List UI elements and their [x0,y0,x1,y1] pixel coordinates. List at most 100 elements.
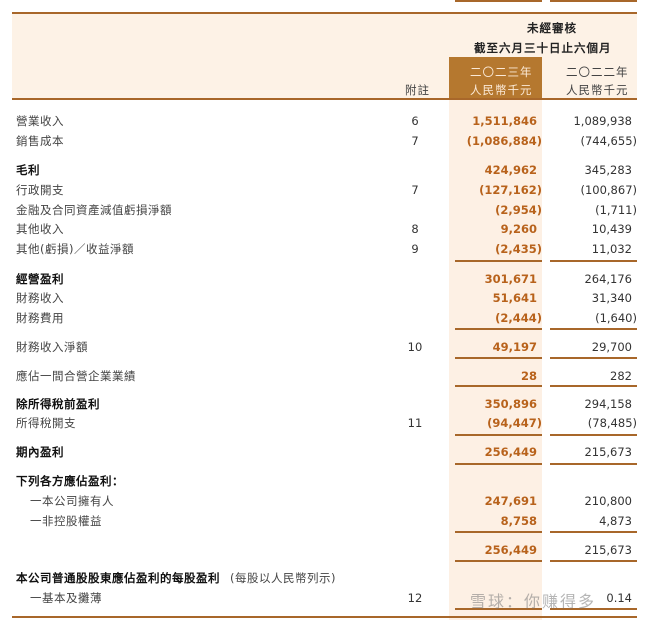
table-row: 銷售成本 7 (1,086,884) (744,655) [0,132,647,150]
row-label: 除所得稅前盈利 [16,397,100,411]
value-2023: 247,691 [484,494,537,508]
table-row: 金融及合同資產減值虧損淨額 (2,954) (1,711) [0,201,647,219]
value-2022: 10,439 [591,222,632,236]
underline-2023 [455,357,542,359]
value-2023: (94,447) [487,416,542,430]
row-label: 下列各方應佔盈利： [16,474,124,488]
income-statement: 未經審核 截至六月三十日止六個月 附註 二〇二三年 人民幣千元 二〇二二年 人民… [0,0,647,622]
value-2022: (1,711) [595,203,637,217]
col-2022-year: 二〇二二年 [566,65,629,79]
value-2022: (100,867) [580,183,637,197]
note-ref: 7 [411,134,419,148]
table-row: 經營盈利 301,671 264,176 [0,270,647,288]
table-row: 營業收入 6 1,511,846 1,089,938 [0,112,647,130]
value-2023: 1,511,846 [472,114,537,128]
underline-2022 [550,463,637,465]
row-label: 行政開支 [16,183,64,197]
row-label: 財務費用 [16,311,64,325]
note-ref: 9 [411,242,419,256]
value-2022: 264,176 [584,272,632,286]
row-label: 本公司普通股股東應佔盈利的每股盈利 [16,571,220,585]
value-2022: 1,089,938 [573,114,632,128]
row-label: 財務收入淨額 [16,340,88,354]
value-2023: 350,896 [484,397,537,411]
value-2022: 282 [610,369,632,383]
row-label: 一基本及攤薄 [30,591,102,605]
value-2022: 31,340 [591,291,632,305]
value-2023: 301,671 [484,272,537,286]
value-2022: 11,032 [591,242,632,256]
row-label: 其他收入 [16,222,64,236]
underline-2023 [455,560,542,562]
underline-2022 [550,357,637,359]
table-row: 毛利 424,962 345,283 [0,161,647,179]
table-row: 下列各方應佔盈利： [0,472,647,490]
value-2023: (2,435) [495,242,542,256]
note-column-header: 附註 [405,83,430,97]
underline-2023 [455,434,542,436]
value-2022: 0.14 [606,591,632,605]
value-2022: (744,655) [580,134,637,148]
underline-2023 [455,531,542,533]
value-2023: 8,758 [500,514,537,528]
value-2022: 215,673 [584,445,632,459]
audit-status: 未經審核 [527,21,577,35]
table-row: 一非控股權益 8,758 4,873 [0,512,647,530]
value-2022: (1,640) [595,311,637,325]
row-label: 經營盈利 [16,272,64,286]
table-row: 所得稅開支 11 (94,447) (78,485) [0,414,647,432]
underline-2023 [455,385,542,387]
row-label: 金融及合同資產減值虧損淨額 [16,203,172,217]
value-2022: 294,158 [584,397,632,411]
table-row: 財務收入淨額 10 49,197 29,700 [0,338,647,356]
row-label: 應佔一間合營企業業績 [16,369,136,383]
table-row: 本公司普通股股東應佔盈利的每股盈利 (每股以人民幣列示) [0,569,647,587]
value-2022: 29,700 [591,340,632,354]
value-2023: 28 [520,369,537,383]
value-2023: 51,641 [492,291,537,305]
value-2023: (2,954) [495,203,542,217]
note-ref: 8 [411,222,419,236]
row-label: 一本公司擁有人 [30,494,114,508]
underline-2023 [455,0,542,2]
value-2022: 215,673 [584,543,632,557]
value-2023: 49,197 [492,340,537,354]
top-rule [12,12,637,14]
underline-2022 [550,531,637,533]
underline-2023 [455,260,542,262]
table-row: 財務收入 51,641 31,340 [0,289,647,307]
note-ref: 7 [411,183,419,197]
table-row: 一本公司擁有人 247,691 210,800 [0,492,647,510]
table-row: 財務費用 (2,444) (1,640) [0,309,647,327]
row-label: 銷售成本 [16,134,64,148]
col-2023-year: 二〇二三年 [470,65,533,79]
underline-2022 [550,385,637,387]
underline-2022 [550,328,637,330]
table-row: 應佔一間合營企業業績 28 282 [0,367,647,385]
value-2023: 256,449 [484,543,537,557]
table-row: 其他(虧損)／收益淨額 9 (2,435) 11,032 [0,240,647,258]
table-row: 行政開支 7 (127,162) (100,867) [0,181,647,199]
note-ref: 11 [407,416,423,430]
underline-2023 [455,463,542,465]
row-label: 一非控股權益 [30,514,102,528]
row-label-suffix: (每股以人民幣列示) [230,571,336,585]
col-2022-unit: 人民幣千元 [566,83,629,97]
note-ref: 6 [411,114,419,128]
watermark: 雪球：你赚得多 [470,592,597,611]
period-label: 截至六月三十日止六個月 [474,41,612,55]
table-row: 除所得稅前盈利 350,896 294,158 [0,395,647,413]
underline-2022 [550,560,637,562]
value-2022: 345,283 [584,163,632,177]
table-row: 256,449 215,673 [0,541,647,559]
row-label: 營業收入 [16,114,64,128]
table-row: 其他收入 8 9,260 10,439 [0,220,647,238]
row-label: 財務收入 [16,291,64,305]
value-2022: (78,485) [587,416,637,430]
value-2022: 210,800 [584,494,632,508]
col-2023-unit: 人民幣千元 [470,83,533,97]
row-label: 期內盈利 [16,445,64,459]
note-ref: 10 [407,340,423,354]
value-2023: (1,086,884) [466,134,542,148]
header-rule [12,98,637,100]
